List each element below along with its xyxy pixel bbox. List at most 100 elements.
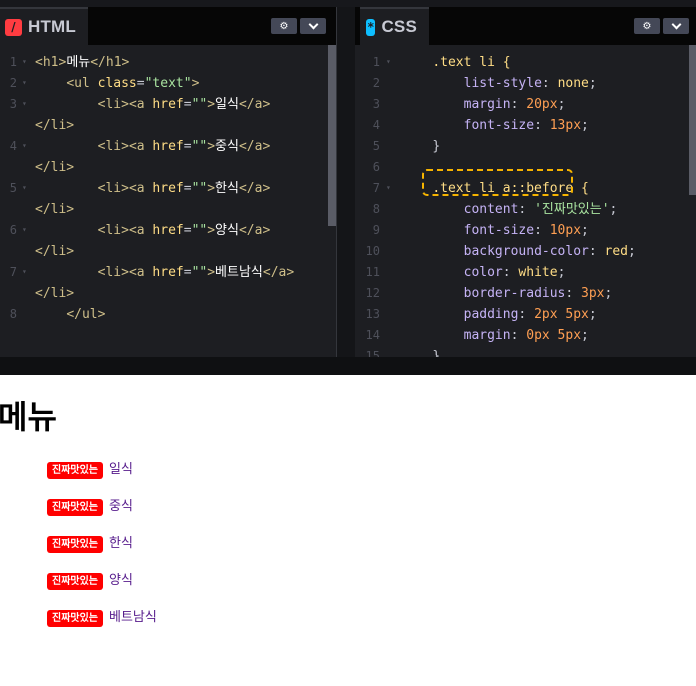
html-collapse-button[interactable] [300, 18, 326, 34]
code-editor-area: / HTML ⚙ 1 ▾ <h1>메뉴</h1> 2 ▾ <ul class="tex… [0, 0, 696, 375]
code-token: : [534, 118, 550, 133]
gear-icon: ⚙ [642, 20, 652, 32]
menu-link[interactable]: 진짜맛있는 한식 [47, 535, 133, 553]
code-line: 4 ▾ <li><a href="">중식</a> [0, 136, 336, 157]
result-preview: 메뉴 진짜맛있는 일식진짜맛있는 중식진짜맛있는 한식진짜맛있는 양식진짜맛있는 베트남식 [0, 375, 696, 686]
menu-link[interactable]: 진짜맛있는 베트남식 [47, 609, 157, 627]
code-token: margin [463, 97, 511, 112]
fold-arrow-icon[interactable]: ▾ [386, 51, 391, 72]
code-line: 14 margin: 0px 5px; [355, 325, 696, 346]
css-panel-header: * CSS ⚙ [355, 7, 696, 45]
code-token: </a> [238, 181, 271, 196]
code-line: 5 ▾ <li><a href="">한식</a> [0, 178, 336, 199]
html-code[interactable]: 1 ▾ <h1>메뉴</h1> 2 ▾ <ul class="text"> 3 ▾ <l… [0, 52, 336, 325]
code-token: padding [463, 307, 519, 322]
selector-highlight-annotation [422, 169, 573, 196]
code-line: 2 ▾ <ul class="text"> [0, 73, 336, 94]
code-token: 양식 [215, 223, 239, 238]
code-token: </li> [35, 160, 75, 175]
gear-icon: ⚙ [279, 20, 289, 32]
line-number: 3 [9, 97, 17, 111]
code-token: </a> [238, 223, 271, 238]
line-number: 15 [365, 349, 380, 357]
code-token: </li> [35, 202, 75, 217]
code-token: 베트남식 [215, 265, 263, 280]
code-token: color [463, 265, 503, 280]
menu-link[interactable]: 진짜맛있는 양식 [47, 572, 133, 590]
code-token: "" [191, 181, 208, 196]
list-item: 진짜맛있는 중식 [47, 498, 157, 535]
fold-arrow-icon[interactable]: ▾ [22, 261, 27, 282]
fold-arrow-icon[interactable]: ▾ [386, 177, 391, 198]
code-token: 일식 [215, 97, 239, 112]
fold-arrow-icon[interactable]: ▾ [22, 177, 27, 198]
code-token: '진짜맛있는' [534, 202, 610, 217]
line-number: 4 [372, 118, 380, 132]
code-line: 11 color: white; [355, 262, 696, 283]
page-title: 메뉴 [0, 398, 57, 436]
css-code[interactable]: 1 ▾ .text li { 2 list-style: none; 3 marg… [355, 52, 696, 357]
css-settings-button[interactable]: ⚙ [634, 18, 660, 34]
fold-arrow-icon[interactable]: ▾ [22, 72, 27, 93]
menu-link[interactable]: 진짜맛있는 일식 [47, 461, 133, 479]
code-token: font-size [463, 118, 535, 133]
code-token: border-radius [463, 286, 566, 301]
html-tab[interactable]: / HTML [0, 7, 88, 45]
code-line: 1 ▾ <h1>메뉴</h1> [0, 52, 336, 73]
code-token: list-style [463, 76, 542, 91]
css-scrollbar[interactable] [689, 45, 696, 195]
code-token: : [510, 328, 527, 343]
code-token: <a [128, 223, 153, 238]
code-token: </li> [35, 244, 75, 259]
panel-resize-handle[interactable] [336, 7, 355, 357]
code-line: 3 margin: 20px; [355, 94, 696, 115]
editor-resize-bar[interactable] [0, 357, 696, 375]
code-token: red [604, 244, 628, 259]
fold-arrow-icon[interactable]: ▾ [22, 219, 27, 240]
code-token: ; [588, 307, 597, 322]
code-token: : [502, 265, 519, 280]
tasty-badge: 진짜맛있는 [47, 462, 103, 479]
code-token: > [207, 181, 216, 196]
code-token: : [518, 202, 535, 217]
code-token: = [136, 76, 145, 91]
code-token: : [510, 97, 527, 112]
fold-arrow-icon[interactable]: ▾ [22, 51, 27, 72]
line-number: 1 [372, 55, 380, 69]
code-token: <li> [97, 97, 129, 112]
line-number: 10 [365, 244, 380, 258]
line-number: 9 [372, 223, 380, 237]
code-token: margin [463, 328, 511, 343]
code-token: <a [128, 139, 153, 154]
code-token: </h1> [90, 55, 130, 70]
code-token: > [207, 139, 216, 154]
css-collapse-button[interactable] [663, 18, 689, 34]
line-number: 2 [372, 76, 380, 90]
fold-arrow-icon[interactable]: ▾ [22, 135, 27, 156]
code-token: </li> [35, 286, 75, 301]
code-token: 2px 5px [534, 307, 589, 322]
html-settings-button[interactable]: ⚙ [271, 18, 297, 34]
menu-list: 진짜맛있는 일식진짜맛있는 중식진짜맛있는 한식진짜맛있는 양식진짜맛있는 베트남식 [47, 461, 157, 646]
code-token: background-color [463, 244, 589, 259]
line-number: 11 [365, 265, 380, 279]
code-line: 4 font-size: 13px; [355, 115, 696, 136]
code-token: <a [128, 265, 153, 280]
fold-arrow-icon[interactable]: ▾ [22, 93, 27, 114]
code-token: } [432, 349, 441, 357]
line-number: 5 [9, 181, 17, 195]
line-number: 3 [372, 97, 380, 111]
code-token: ; [557, 265, 566, 280]
code-line: 7 ▾ <li><a href="">베트남식</a> [0, 262, 336, 283]
menu-link-label: 일식 [109, 462, 133, 477]
code-token: <a [128, 181, 153, 196]
html-scrollbar[interactable] [328, 45, 336, 226]
code-token: "" [191, 223, 208, 238]
css-tab[interactable]: * CSS [360, 7, 429, 45]
code-token: ; [604, 286, 613, 301]
code-token: 20px [526, 97, 558, 112]
code-token: : [518, 307, 535, 322]
menu-link[interactable]: 진짜맛있는 중식 [47, 498, 133, 516]
html-slash-icon: / [5, 18, 22, 36]
code-token: = [183, 223, 192, 238]
